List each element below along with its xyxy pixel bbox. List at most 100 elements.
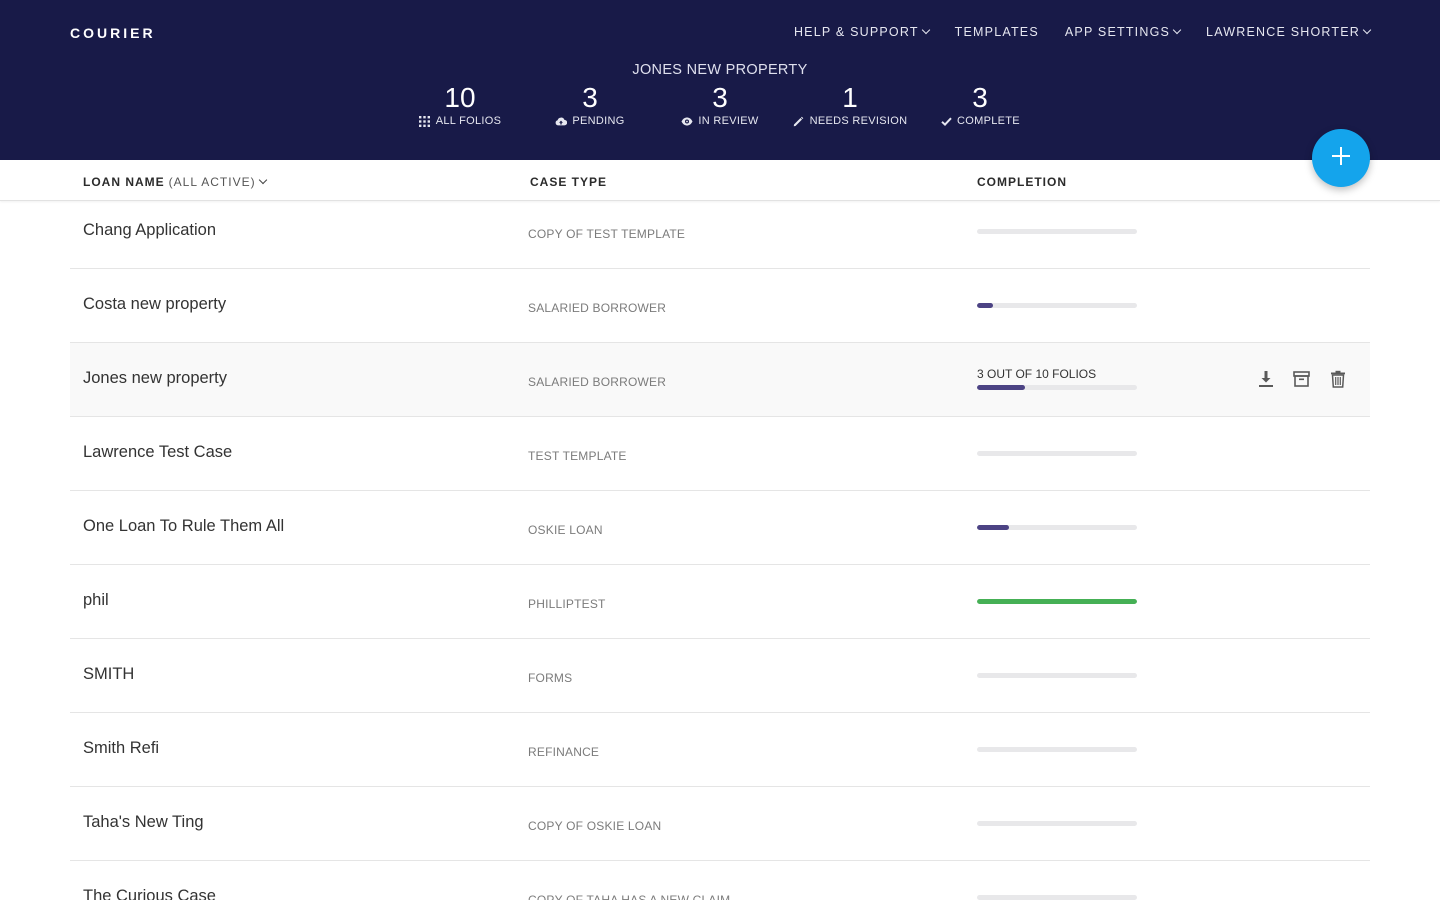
completion-progress-fill: [977, 385, 1025, 390]
download-icon[interactable]: [1255, 368, 1276, 390]
stat-label: PENDING: [572, 115, 625, 127]
table-row[interactable]: phil PHILLIPTEST: [70, 565, 1370, 639]
completion-progress-fill: [977, 525, 1009, 530]
nav-label: LAWRENCE SHORTER: [1206, 25, 1360, 39]
case-list: Chang Application COPY OF TEST TEMPLATE Co…: [70, 195, 1370, 900]
column-header-loan-name[interactable]: LOAN NAME (ALL ACTIVE): [83, 175, 267, 189]
stat-value: 1: [842, 82, 858, 113]
app-header: COURIER HELP & SUPPORT TEMPLATES APP SET…: [0, 0, 1440, 160]
completion-progress-bar: [977, 821, 1137, 826]
grid-icon: [419, 115, 431, 127]
chevron-down-icon: [258, 175, 267, 185]
stat-value: 10: [444, 82, 476, 113]
loan-name[interactable]: Lawrence Test Case: [83, 443, 232, 462]
table-row[interactable]: Costa new property SALARIED BORROWER: [70, 269, 1370, 343]
app-logo[interactable]: COURIER: [70, 25, 156, 41]
completion-progress-bar: [977, 895, 1137, 900]
table-row[interactable]: One Loan To Rule Them All OSKIE LOAN: [70, 491, 1370, 565]
row-actions: [1255, 368, 1348, 390]
loan-name[interactable]: One Loan To Rule Them All: [83, 517, 284, 536]
case-type: COPY OF TEST TEMPLATE: [528, 227, 686, 241]
stat-in-review[interactable]: 3 IN REVIEW: [655, 82, 785, 127]
completion-progress-bar: [977, 303, 1137, 308]
loan-name[interactable]: Smith Refi: [83, 739, 159, 758]
table-row[interactable]: Lawrence Test Case TEST TEMPLATE: [70, 417, 1370, 491]
top-nav: HELP & SUPPORT TEMPLATES APP SETTINGS LA…: [793, 25, 1372, 39]
completion-progress-bar: [977, 525, 1137, 530]
stat-label: ALL FOLIOS: [435, 115, 502, 127]
stat-label-row: COMPLETE: [915, 115, 1045, 127]
case-type: TEST TEMPLATE: [528, 449, 627, 463]
completion-progress-bar: [977, 451, 1137, 456]
completion-progress-bar: [977, 229, 1137, 234]
table-row[interactable]: Taha's New Ting COPY OF OSKIE LOAN: [70, 787, 1370, 861]
case-type: REFINANCE: [528, 745, 600, 759]
plus-icon: [1331, 146, 1351, 171]
table-row[interactable]: SMITH FORMS: [70, 639, 1370, 713]
nav-templates[interactable]: TEMPLATES: [955, 25, 1039, 39]
completion-progress-bar: [977, 747, 1137, 752]
stat-label: NEEDS REVISION: [809, 115, 908, 127]
completion-progress-fill: [977, 599, 1137, 604]
stat-all-folios[interactable]: 10 ALL FOLIOS: [395, 82, 525, 127]
chevron-down-icon: [1172, 25, 1182, 35]
nav-app-settings[interactable]: APP SETTINGS: [1064, 25, 1182, 39]
stat-value: 3: [712, 82, 728, 113]
stat-label: IN REVIEW: [698, 115, 759, 127]
stat-needs-revision[interactable]: 1 NEEDS REVISION: [785, 82, 915, 127]
eye-icon: [681, 115, 693, 127]
nav-help-support[interactable]: HELP & SUPPORT: [793, 25, 930, 39]
loan-name[interactable]: Chang Application: [83, 221, 216, 240]
completion-progress-bar: [977, 385, 1137, 390]
nav-label: HELP & SUPPORT: [793, 25, 919, 39]
completion-text: 3 OUT OF 10 FOLIOS: [977, 367, 1097, 381]
completion-progress-fill: [977, 303, 993, 308]
loan-filter-dropdown[interactable]: (ALL ACTIVE): [169, 175, 267, 189]
stat-label: COMPLETE: [957, 115, 1020, 127]
table-row[interactable]: The Curious Case COPY OF TAHA HAS A NEW C…: [70, 861, 1370, 900]
completion-progress-bar: [977, 673, 1137, 678]
loan-name[interactable]: Taha's New Ting: [83, 813, 204, 832]
loan-name[interactable]: SMITH: [83, 665, 134, 684]
case-type: OSKIE LOAN: [528, 523, 603, 537]
completion-progress-bar: [977, 599, 1137, 604]
column-header-case-type[interactable]: CASE TYPE: [530, 175, 607, 189]
stat-label-row: NEEDS REVISION: [785, 115, 915, 127]
case-type: COPY OF OSKIE LOAN: [528, 819, 662, 833]
column-label: COMPLETION: [977, 175, 1067, 189]
loan-name[interactable]: phil: [83, 591, 109, 610]
loan-name[interactable]: Costa new property: [83, 295, 226, 314]
chevron-down-icon: [921, 25, 930, 35]
loan-name[interactable]: The Curious Case: [83, 887, 216, 900]
table-row[interactable]: Smith Refi REFINANCE: [70, 713, 1370, 787]
case-type: FORMS: [528, 671, 573, 685]
pencil-icon: [793, 115, 805, 127]
check-icon: [940, 115, 952, 127]
case-title: JONES NEW PROPERTY: [632, 62, 808, 78]
stat-value: 3: [972, 82, 988, 113]
add-case-button[interactable]: [1312, 129, 1370, 187]
chevron-down-icon: [1362, 25, 1372, 35]
stat-label-row: ALL FOLIOS: [395, 115, 525, 127]
stat-label-row: IN REVIEW: [655, 115, 785, 127]
table-row[interactable]: Jones new property SALARIED BORROWER 3 OUT…: [70, 343, 1370, 417]
archive-icon[interactable]: [1291, 368, 1312, 390]
stat-pending[interactable]: 3 PENDING: [525, 82, 655, 127]
case-type: COPY OF TAHA HAS A NEW CLAIM: [528, 893, 731, 900]
nav-label: APP SETTINGS: [1064, 25, 1171, 39]
nav-label: TEMPLATES: [954, 25, 1039, 39]
trash-icon[interactable]: [1327, 368, 1348, 390]
cloud-upload-icon: [555, 115, 568, 127]
case-type: PHILLIPTEST: [528, 597, 606, 611]
stat-value: 3: [582, 82, 598, 113]
nav-user-menu[interactable]: LAWRENCE SHORTER: [1206, 25, 1372, 39]
stat-complete[interactable]: 3 COMPLETE: [915, 82, 1045, 127]
table-row[interactable]: Chang Application COPY OF TEST TEMPLATE: [70, 195, 1370, 269]
column-label: CASE TYPE: [530, 175, 608, 189]
case-type: SALARIED BORROWER: [528, 375, 667, 389]
column-label: LOAN NAME: [83, 175, 165, 189]
column-header-completion[interactable]: COMPLETION: [977, 175, 1067, 189]
case-type: SALARIED BORROWER: [528, 301, 667, 315]
loan-name[interactable]: Jones new property: [83, 369, 227, 388]
stat-label-row: PENDING: [525, 115, 655, 127]
